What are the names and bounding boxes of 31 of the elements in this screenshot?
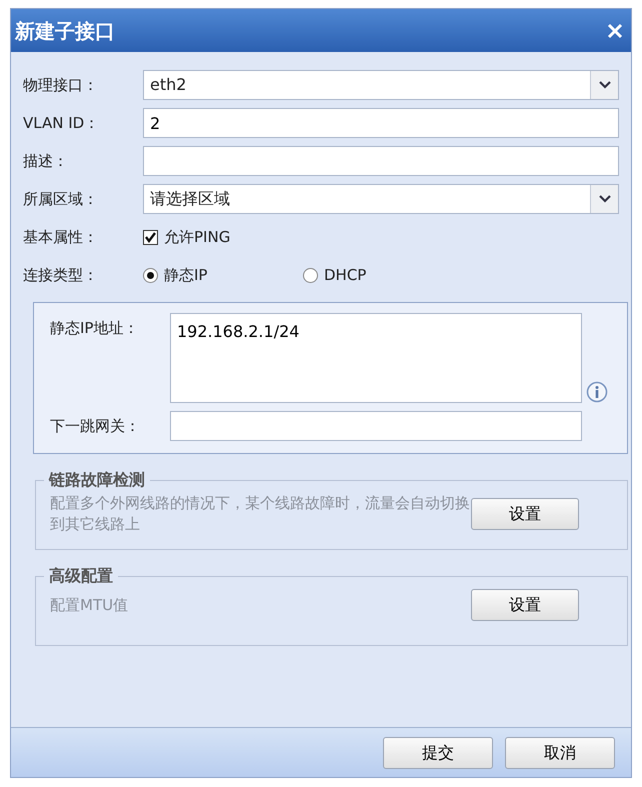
caret-icon	[598, 195, 610, 203]
input-field[interactable]	[143, 146, 619, 176]
field-label: 基本属性：	[23, 226, 99, 248]
checkbox-label: 允许PING	[164, 226, 230, 248]
radio-button[interactable]	[143, 268, 158, 282]
close-icon[interactable]	[607, 22, 623, 38]
dropdown[interactable]: 请选择区域	[143, 184, 619, 214]
field-label: 物理接口：	[23, 74, 99, 96]
radio-label: DHCP	[324, 264, 366, 286]
group-description: 配置MTU值	[50, 594, 130, 616]
window-title: 新建子接口	[15, 18, 115, 44]
dialog-button[interactable]: 取消	[505, 736, 615, 768]
field-label: 描述：	[23, 150, 69, 172]
caret-icon	[598, 81, 610, 89]
field-label: 下一跳网关：	[50, 416, 141, 437]
checkbox[interactable]	[143, 230, 158, 244]
field-label: 所属区域：	[23, 188, 99, 210]
input-field[interactable]: 2	[143, 108, 619, 138]
radio-button[interactable]	[303, 268, 318, 282]
dialog-button[interactable]: 提交	[383, 736, 493, 768]
group-description: 配置多个外网线路的情况下，某个线路故障时，流量会自动切换到其它线路上	[50, 493, 470, 535]
dropdown[interactable]: eth2	[143, 70, 619, 100]
field-label: VLAN ID：	[23, 112, 100, 134]
input-field[interactable]	[170, 411, 582, 441]
radio-label: 静态IP	[164, 264, 208, 286]
text-area[interactable]: 192.168.2.1/24	[170, 313, 582, 403]
settings-button[interactable]: 设置	[471, 498, 579, 530]
field-label: 连接类型：	[23, 264, 99, 286]
field-label: 静态IP地址：	[50, 318, 140, 339]
info-icon[interactable]	[586, 381, 608, 403]
settings-button[interactable]: 设置	[471, 589, 579, 621]
